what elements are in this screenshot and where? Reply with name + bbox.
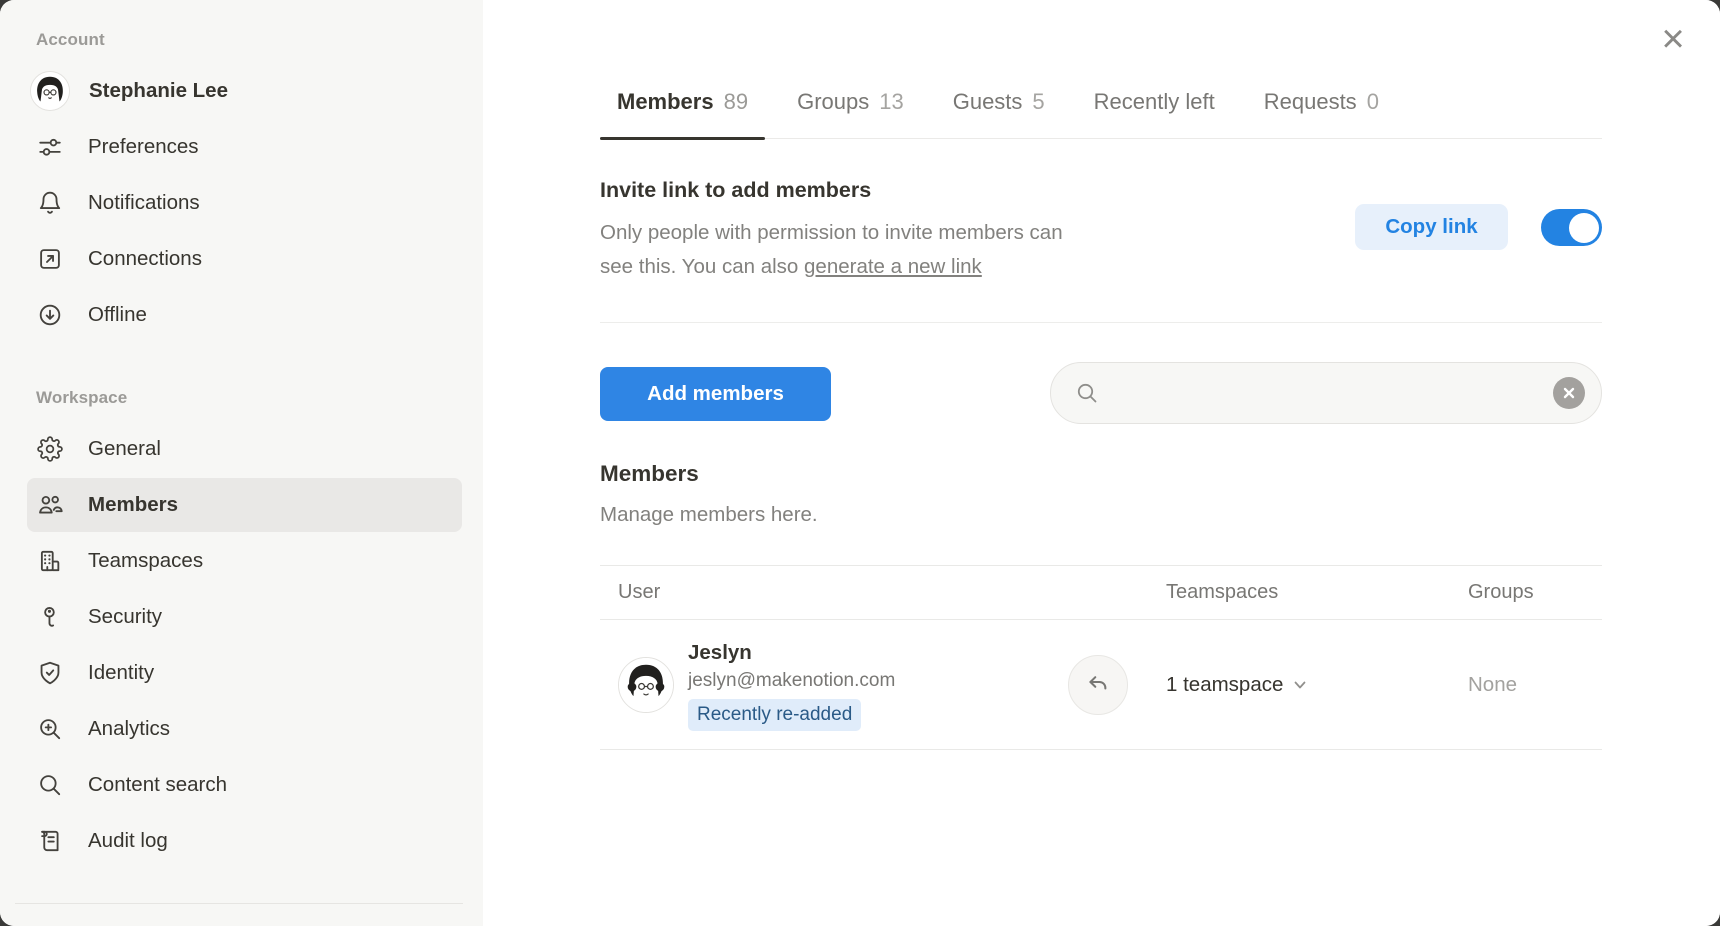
sidebar-item-connections[interactable]: Connections xyxy=(27,232,462,286)
settings-dialog: Account Stephanie Lee Preferences Notifi… xyxy=(0,0,1720,926)
building-icon xyxy=(36,548,63,575)
member-status-badge: Recently re-added xyxy=(688,699,861,731)
table-row: Jeslyn jeslyn@makenotion.com Recently re… xyxy=(600,620,1602,750)
sidebar-item-label: Members xyxy=(88,493,178,517)
sidebar-item-teamspaces[interactable]: Teamspaces xyxy=(27,534,462,588)
sliders-icon xyxy=(36,134,63,161)
workspace-section-title: Workspace xyxy=(36,388,483,408)
member-info: Jeslyn jeslyn@makenotion.com Recently re… xyxy=(688,639,895,731)
sidebar-item-label: Audit log xyxy=(88,829,168,853)
invite-description-line1: Only people with permission to invite me… xyxy=(600,221,1063,244)
gear-icon xyxy=(36,436,63,463)
sidebar-item-label: Security xyxy=(88,605,162,629)
shield-check-icon xyxy=(36,660,63,687)
member-search-input[interactable] xyxy=(1109,363,1543,423)
close-icon[interactable]: × xyxy=(1652,18,1694,60)
arrow-up-right-square-icon xyxy=(36,246,63,273)
sidebar-item-label: Content search xyxy=(88,773,227,797)
member-avatar xyxy=(618,657,674,713)
invite-description-line2: see this. You can also xyxy=(600,255,804,278)
sidebar-item-preferences[interactable]: Preferences xyxy=(27,120,462,174)
sidebar-item-label: Teamspaces xyxy=(88,549,203,573)
column-header-user: User xyxy=(600,581,1068,604)
teamspaces-value: 1 teamspace xyxy=(1166,673,1283,697)
tab-members[interactable]: Members 89 xyxy=(600,66,765,138)
members-section-title: Members xyxy=(600,461,699,487)
member-action-cell xyxy=(1068,655,1166,715)
members-settings-panel: × Members 89 Groups 13 Guests 5 Recently… xyxy=(483,0,1720,926)
generate-new-link[interactable]: generate a new link xyxy=(804,255,982,278)
tab-recently-left[interactable]: Recently left xyxy=(1077,66,1232,138)
chevron-down-icon xyxy=(1292,677,1308,693)
sidebar-bottom-divider xyxy=(15,903,463,904)
table-header-row: User Teamspaces Groups xyxy=(600,565,1602,620)
invite-link-description: Only people with permission to invite me… xyxy=(600,216,1063,284)
scroll-icon xyxy=(36,828,63,855)
sidebar-item-general[interactable]: General xyxy=(27,422,462,476)
member-user-cell: Jeslyn jeslyn@makenotion.com Recently re… xyxy=(600,639,1068,731)
magnifier-icon xyxy=(36,772,63,799)
groups-value: None xyxy=(1468,673,1517,697)
sidebar-item-analytics[interactable]: Analytics xyxy=(27,702,462,756)
clear-search-icon[interactable] xyxy=(1553,377,1585,409)
toggle-knob xyxy=(1569,213,1599,243)
tab-guests[interactable]: Guests 5 xyxy=(936,66,1062,138)
tab-groups[interactable]: Groups 13 xyxy=(780,66,921,138)
sidebar-item-members[interactable]: Members xyxy=(27,478,462,532)
member-name: Jeslyn xyxy=(688,639,895,667)
tab-label: Members xyxy=(617,89,714,115)
tab-requests[interactable]: Requests 0 xyxy=(1247,66,1396,138)
member-groups-cell: None xyxy=(1468,673,1602,697)
invite-link-toggle[interactable] xyxy=(1541,209,1602,246)
column-header-groups: Groups xyxy=(1468,581,1602,604)
sidebar-item-security[interactable]: Security xyxy=(27,590,462,644)
sidebar-item-label: Notifications xyxy=(88,191,200,215)
sidebar-item-notifications[interactable]: Notifications xyxy=(27,176,462,230)
magnifier-sparkle-icon xyxy=(36,716,63,743)
column-header-teamspaces: Teamspaces xyxy=(1166,581,1468,604)
tab-label: Guests xyxy=(953,89,1023,115)
sidebar-item-label: Preferences xyxy=(88,135,199,159)
download-circle-icon xyxy=(36,302,63,329)
bell-icon xyxy=(36,190,63,217)
tab-label: Requests xyxy=(1264,89,1357,115)
add-members-button[interactable]: Add members xyxy=(600,367,831,421)
tab-label: Recently left xyxy=(1094,89,1215,115)
sidebar-item-label: Analytics xyxy=(88,717,170,741)
member-search-box xyxy=(1050,362,1602,424)
sidebar-item-label: Offline xyxy=(88,303,147,327)
settings-sidebar: Account Stephanie Lee Preferences Notifi… xyxy=(0,0,483,926)
account-section-title: Account xyxy=(36,30,483,50)
invite-link-title: Invite link to add members xyxy=(600,178,871,203)
user-avatar xyxy=(30,71,70,111)
sidebar-item-label: Connections xyxy=(88,247,202,271)
tab-count: 13 xyxy=(879,89,903,115)
tab-count: 0 xyxy=(1367,89,1379,115)
members-tabs: Members 89 Groups 13 Guests 5 Recently l… xyxy=(600,66,1602,139)
sidebar-item-label: Stephanie Lee xyxy=(89,79,228,103)
sidebar-item-label: General xyxy=(88,437,161,461)
sidebar-item-identity[interactable]: Identity xyxy=(27,646,462,700)
member-email: jeslyn@makenotion.com xyxy=(688,667,895,694)
teamspaces-dropdown[interactable]: 1 teamspace xyxy=(1166,673,1308,697)
section-divider xyxy=(600,322,1602,323)
members-table: User Teamspaces Groups Jeslyn jeslyn@mak… xyxy=(600,565,1602,750)
sidebar-item-label: Identity xyxy=(88,661,154,685)
key-icon xyxy=(36,604,63,631)
members-section-subtitle: Manage members here. xyxy=(600,503,818,527)
tab-label: Groups xyxy=(797,89,869,115)
undo-icon[interactable] xyxy=(1068,655,1128,715)
tab-count: 89 xyxy=(724,89,748,115)
tab-count: 5 xyxy=(1032,89,1044,115)
sidebar-item-account-profile[interactable]: Stephanie Lee xyxy=(27,64,462,118)
search-icon xyxy=(1075,381,1099,405)
sidebar-item-audit-log[interactable]: Audit log xyxy=(27,814,462,868)
sidebar-item-content-search[interactable]: Content search xyxy=(27,758,462,812)
copy-link-button[interactable]: Copy link xyxy=(1355,204,1508,250)
member-teamspaces-cell: 1 teamspace xyxy=(1166,673,1468,697)
sidebar-item-offline[interactable]: Offline xyxy=(27,288,462,342)
people-icon xyxy=(36,492,63,519)
